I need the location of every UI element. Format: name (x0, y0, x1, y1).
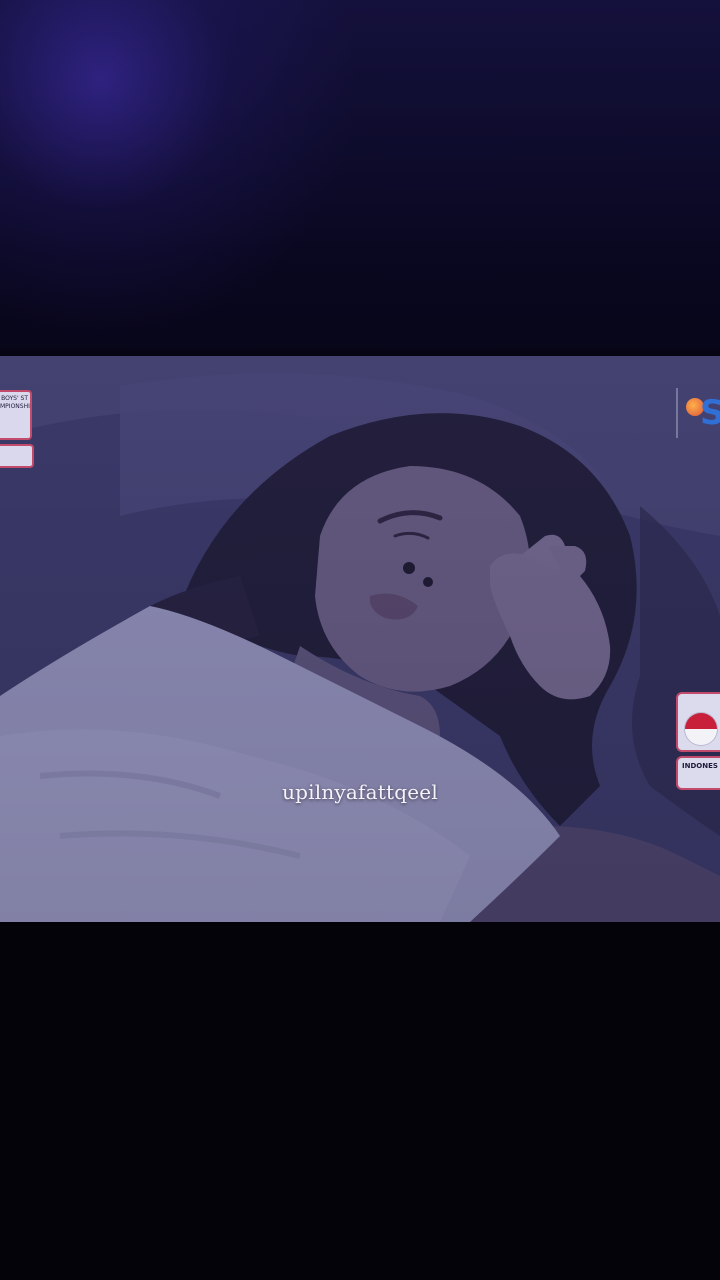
overlay-right-card (676, 692, 720, 752)
caption-text: upilnyafattqeel (282, 780, 438, 804)
story-viewer: BOYS' ST MPIONSHIP S INDONES SENIN, 0 up… (0, 0, 720, 1280)
bottom-background (0, 922, 720, 1280)
overlay-left-text: BOYS' ST MPIONSHIP (0, 390, 32, 440)
indonesia-flag-icon (684, 712, 718, 746)
broadcast-overlay-right: INDONES SENIN, 0 (676, 692, 720, 792)
video-frame[interactable]: BOYS' ST MPIONSHIP S INDONES SENIN, 0 up… (0, 356, 720, 922)
overlay-left-card (0, 444, 34, 468)
broadcast-overlay-left: BOYS' ST MPIONSHIP (0, 390, 34, 468)
logo-letter-icon: S (700, 393, 720, 433)
logo-divider (676, 388, 678, 438)
channel-logo: S (664, 386, 720, 442)
video-scene-image (0, 356, 720, 922)
